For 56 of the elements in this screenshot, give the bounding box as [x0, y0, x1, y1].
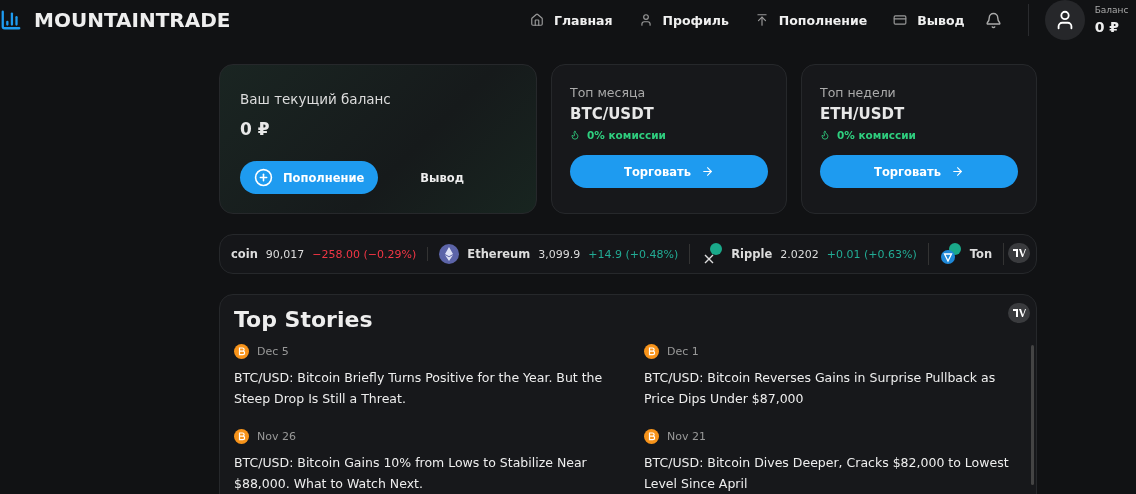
- ticker-price: 3,099.9: [538, 247, 581, 261]
- ticker-name[interactable]: Ton: [969, 247, 993, 261]
- logo-icon: [0, 9, 22, 31]
- arrow-right-icon: [700, 165, 714, 178]
- nav-link[interactable]: Главная: [530, 12, 613, 28]
- ticker-change: +0.01 (+0.63%): [826, 247, 917, 261]
- bitcoin-icon: [644, 344, 659, 359]
- bitcoin-icon: [234, 429, 249, 444]
- story-date: Dec 5: [257, 345, 289, 358]
- bitcoin-icon: [644, 429, 659, 444]
- stories-title: Top Stories: [234, 307, 373, 332]
- nav-link[interactable]: Пополнение: [754, 12, 868, 28]
- nav-link[interactable]: Вывод: [893, 12, 965, 28]
- nav-link[interactable]: Профиль: [638, 12, 729, 28]
- flame-icon: [820, 130, 830, 140]
- notification-bell-icon[interactable]: [984, 11, 1002, 29]
- flame-icon: [570, 130, 580, 140]
- ticker-change: −258.00 (−0.29%): [312, 247, 417, 261]
- ticker-price: 2.0202: [780, 247, 819, 261]
- story-headline[interactable]: BTC/USD: Bitcoin Dives Deeper, Cracks $82,000 to Lowest Level Since April: [644, 452, 1014, 494]
- brand-name: MOUNTAINTRADE: [34, 8, 231, 32]
- bitcoin-icon: [234, 344, 249, 359]
- story-headline[interactable]: BTC/USD: Bitcoin Reverses Gains in Surprise Pullback as Price Dips Under $87,000: [644, 367, 1014, 409]
- ticker-price: 90,017: [265, 247, 305, 261]
- balance-value: 0 ₽: [1094, 19, 1120, 35]
- card-icon: [893, 13, 908, 27]
- card-label: Топ месяца: [570, 85, 647, 100]
- ticker-name[interactable]: Ethereum: [467, 247, 531, 261]
- pair-name: BTC/USDT: [570, 105, 655, 123]
- story-headline[interactable]: BTC/USD: Bitcoin Briefly Turns Positive for the Year. But the Steep Drop Is Still a Threat.: [234, 367, 604, 409]
- ticker-name[interactable]: Ripple: [731, 247, 773, 261]
- home-icon: [530, 13, 544, 27]
- ethereum-icon: [439, 244, 460, 264]
- fee-label: 0% комиссии: [570, 129, 768, 141]
- card-label: Топ недели: [820, 85, 897, 100]
- pair-name: ETH/USDT: [820, 105, 906, 123]
- tradingview-logo-icon[interactable]: [1008, 243, 1030, 263]
- withdraw-button[interactable]: Вывод: [408, 164, 476, 191]
- story-date: Dec 1: [667, 345, 699, 358]
- story-date: Nov 26: [257, 430, 296, 443]
- balance-label: Баланс: [1094, 5, 1129, 15]
- avatar-button[interactable]: [1044, 0, 1085, 40]
- fee-label: 0% комиссии: [820, 129, 1018, 141]
- plus-circle-icon: [254, 168, 273, 187]
- tradingview-logo-icon[interactable]: [1008, 303, 1030, 323]
- user-icon: [638, 13, 653, 27]
- balance-title: Ваш текущий баланс: [240, 91, 392, 107]
- toncoin-icon: [939, 243, 962, 265]
- ticker-change: +14.9 (+0.48%): [588, 247, 679, 261]
- ticker-name[interactable]: coin: [231, 247, 258, 261]
- arrow-right-icon: [950, 165, 964, 178]
- scrollbar[interactable]: [1031, 345, 1034, 485]
- balance-amount: 0 ₽: [240, 119, 271, 139]
- upload-icon: [754, 13, 769, 27]
- story-headline[interactable]: BTC/USD: Bitcoin Gains 10% from Lows to Stabilize Near $88,000. What to Watch Next.: [234, 452, 604, 494]
- story-date: Nov 21: [667, 430, 706, 443]
